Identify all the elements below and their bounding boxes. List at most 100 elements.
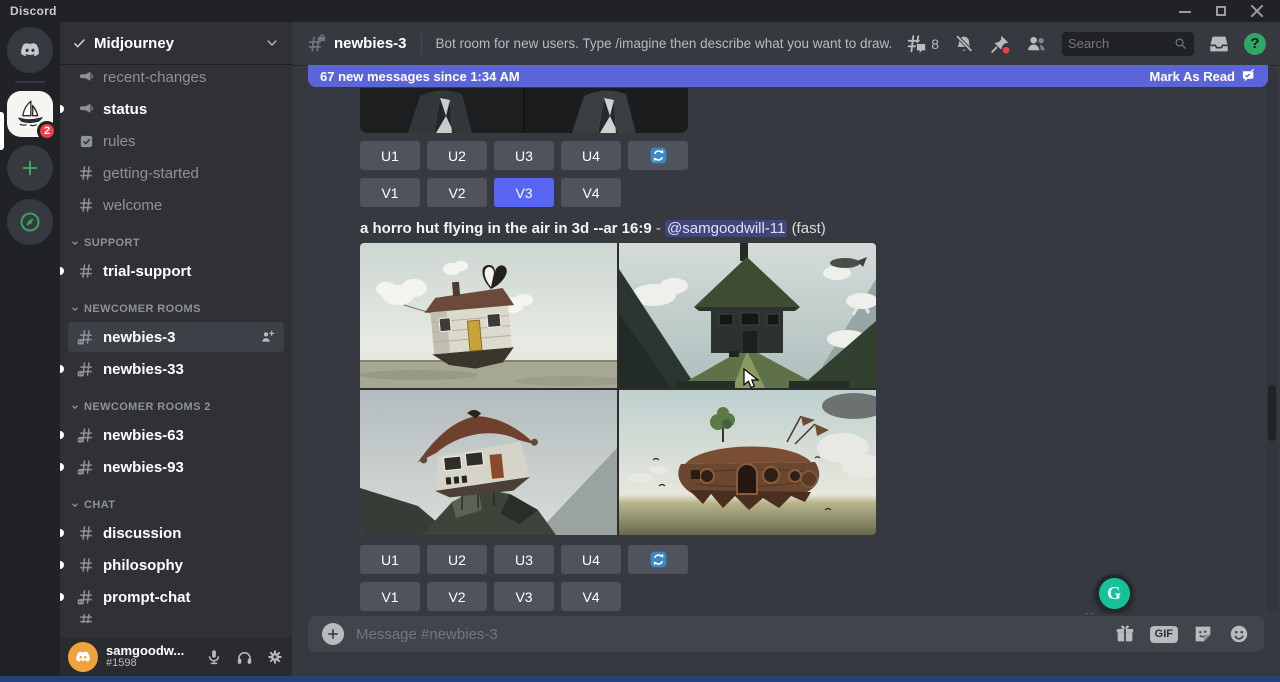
unread-dot (60, 431, 64, 439)
inbox-icon[interactable] (1208, 33, 1230, 55)
create-invite-icon[interactable] (260, 329, 276, 345)
unread-dot (60, 463, 64, 471)
sidebar-item-newbies-33[interactable]: newbies-33 (68, 354, 284, 384)
discord-logo-icon (73, 647, 93, 667)
category-newcomer-rooms-2[interactable]: NEWCOMER ROOMS 2 (68, 396, 284, 418)
chevron-down-icon (70, 500, 80, 510)
chevron-down-icon (70, 304, 80, 314)
mark-as-read-button[interactable]: Mark As Read (1150, 69, 1257, 84)
v2-button[interactable]: V2 (427, 582, 487, 611)
sidebar-item-rules[interactable]: rules (68, 126, 284, 156)
help-button[interactable]: ? (1244, 33, 1266, 55)
reroll-button[interactable] (628, 141, 688, 170)
u4-button[interactable]: U4 (561, 141, 621, 170)
new-messages-bar[interactable]: 67 new messages since 1:34 AM Mark As Re… (308, 65, 1268, 87)
close-icon[interactable] (1250, 4, 1264, 18)
u2-button[interactable]: U2 (427, 141, 487, 170)
unread-dot (60, 593, 64, 601)
sidebar-item-prompt-chat[interactable]: prompt-chat (68, 582, 284, 612)
hash-bot-icon (76, 359, 96, 379)
headphones-icon[interactable] (235, 648, 254, 667)
reroll-button[interactable] (628, 545, 688, 574)
maximize-icon[interactable] (1214, 4, 1228, 18)
search-box[interactable] (1062, 32, 1194, 56)
sidebar-item-status[interactable]: status (68, 94, 284, 124)
message-input-bar[interactable]: GIF (308, 616, 1264, 652)
u1-button[interactable]: U1 (360, 545, 420, 574)
server-header[interactable]: Midjourney (60, 22, 292, 65)
sidebar-item-trial-support[interactable]: trial-support (68, 256, 284, 286)
variation-button-row-2: V1 V2 V3 V4 (360, 582, 1280, 611)
verified-check-icon (72, 36, 87, 51)
v3-button-selected[interactable]: V3 (494, 178, 554, 207)
unread-dot (60, 529, 64, 537)
minimize-icon[interactable] (1178, 4, 1192, 18)
u2-button[interactable]: U2 (427, 545, 487, 574)
message-check-icon (1241, 69, 1256, 84)
sidebar-item-newbies-63[interactable]: newbies-63 (68, 420, 284, 450)
chat-main: newbies-3 Bot room for new users. Type /… (292, 22, 1280, 676)
gif-picker-button[interactable]: GIF (1150, 626, 1178, 643)
upscale-button-row-2: U1 U2 U3 U4 (360, 545, 1280, 574)
generated-image-3[interactable] (360, 390, 617, 535)
sidebar-item-recent-changes[interactable]: recent-changes (68, 65, 284, 92)
mode-label: (fast) (792, 220, 826, 237)
mic-icon[interactable] (205, 648, 223, 666)
sidebar-item-clipped[interactable] (68, 614, 284, 623)
member-list-icon[interactable] (1025, 32, 1048, 55)
message-list: 67 new messages since 1:34 AM Mark As Re… (292, 65, 1280, 614)
sidebar-item-welcome[interactable]: welcome (68, 190, 284, 220)
sidebar-item-newbies-93[interactable]: newbies-93 (68, 452, 284, 482)
gift-icon[interactable] (1114, 623, 1136, 645)
grammarly-widget[interactable]: G (1095, 574, 1133, 612)
avatar[interactable] (68, 642, 98, 672)
category-newcomer-rooms[interactable]: NEWCOMER ROOMS (68, 298, 284, 320)
add-server-button[interactable] (7, 145, 53, 191)
prompt-text: a horro hut flying in the air in 3d --ar… (360, 220, 652, 237)
category-chat[interactable]: CHAT (68, 494, 284, 516)
sidebar-item-discussion[interactable]: discussion (68, 518, 284, 548)
v1-button[interactable]: V1 (360, 178, 420, 207)
pinned-messages-icon[interactable] (989, 33, 1011, 55)
category-support[interactable]: SUPPORT (68, 232, 284, 254)
threads-button[interactable]: 8 (905, 33, 939, 55)
sticker-icon[interactable] (1192, 623, 1214, 645)
v1-button[interactable]: V1 (360, 582, 420, 611)
v2-button[interactable]: V2 (427, 178, 487, 207)
user-panel: samgoodw... #1598 (60, 638, 292, 676)
u3-button[interactable]: U3 (494, 141, 554, 170)
emoji-icon[interactable] (1228, 623, 1250, 645)
window-controls (1178, 4, 1264, 18)
generated-image-1[interactable] (360, 243, 617, 388)
discord-home-button[interactable] (7, 27, 53, 73)
user-meta[interactable]: samgoodw... #1598 (106, 644, 184, 669)
generated-image-4[interactable] (619, 390, 876, 535)
explore-servers-button[interactable] (7, 199, 53, 245)
rail-divider (15, 81, 45, 83)
sidebar-item-newbies-3[interactable]: newbies-3 (68, 322, 284, 352)
v4-button[interactable]: V4 (561, 178, 621, 207)
generated-image-2[interactable] (619, 243, 876, 388)
selected-server-pill (0, 112, 4, 150)
scrollbar-thumb[interactable] (1268, 385, 1276, 441)
u1-button[interactable]: U1 (360, 141, 420, 170)
v4-button[interactable]: V4 (561, 582, 621, 611)
generated-image-previous[interactable] (360, 88, 688, 133)
user-mention[interactable]: @samgoodwill-11 (665, 220, 787, 237)
chevron-down-icon (70, 238, 80, 248)
u4-button[interactable]: U4 (561, 545, 621, 574)
search-input[interactable] (1068, 36, 1169, 51)
sidebar-item-philosophy[interactable]: philosophy (68, 550, 284, 580)
v3-button[interactable]: V3 (494, 582, 554, 611)
scrollbar-track[interactable] (1266, 67, 1278, 612)
settings-gear-icon[interactable] (266, 648, 284, 666)
u3-button[interactable]: U3 (494, 545, 554, 574)
channel-topic[interactable]: Bot room for new users. Type /imagine th… (436, 36, 898, 51)
channel-name: newbies-3 (334, 35, 407, 52)
server-icon-midjourney[interactable]: 2 (7, 91, 53, 137)
sidebar-item-getting-started[interactable]: getting-started (68, 158, 284, 188)
attach-plus-icon[interactable] (322, 623, 344, 645)
grammarly-drag-handle[interactable] (1085, 613, 1093, 614)
notifications-muted-icon[interactable] (953, 33, 975, 55)
message-input[interactable] (356, 626, 1102, 643)
